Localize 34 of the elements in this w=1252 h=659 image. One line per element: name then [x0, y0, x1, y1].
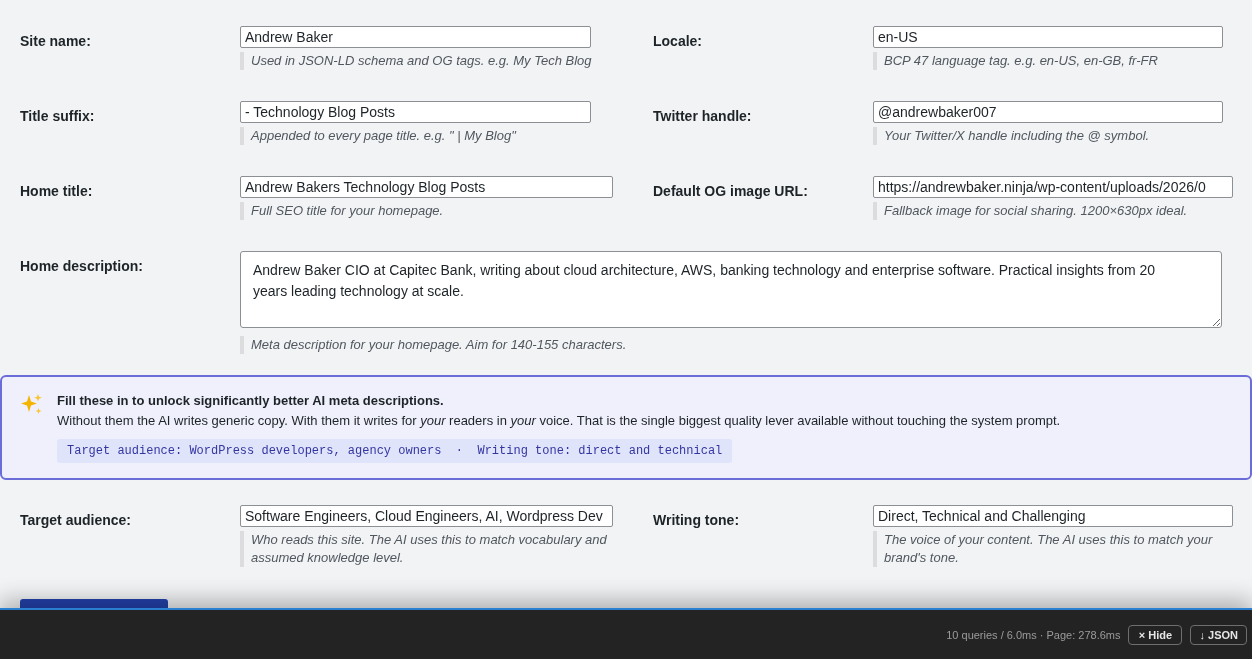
help-text: The voice of your content. The AI uses this to match your brand's tone.: [873, 531, 1233, 567]
help-text: BCP 47 language tag. e.g. en-US, en-GB, fr-FR: [873, 52, 1158, 70]
help-text: Full SEO title for your homepage.: [240, 202, 444, 220]
field-label: Default OG image URL:: [653, 182, 809, 200]
text-input[interactable]: Andrew Bakers Technology Blog Posts: [240, 176, 613, 198]
sparkles-icon: [20, 393, 43, 416]
query-stats: 10 queries / 6.0ms · Page: 278.6ms: [946, 628, 1121, 641]
text-input[interactable]: en-US: [873, 26, 1223, 48]
help-text: Meta description for your homepage. Aim for 140-155 characters.: [240, 336, 627, 354]
example-code: Target audience: WordPress developers, agency owners · Writing tone: direct and technical: [57, 439, 733, 463]
help-text: Your Twitter/X handle including the @ symbol.: [873, 127, 1150, 145]
field-label: Home title:: [20, 182, 94, 200]
tip-title: Fill these in to unlock significantly better AI meta descriptions.: [57, 392, 444, 410]
field-label: Locale:: [653, 32, 703, 50]
hide-button[interactable]: × Hide: [1128, 624, 1183, 645]
help-text: Used in JSON-LD schema and OG tags. e.g. My Tech Blog: [240, 52, 592, 70]
field-label: Site name:: [20, 32, 92, 50]
field-label: Writing tone:: [653, 511, 741, 529]
json-button[interactable]: ↓ JSON: [1190, 624, 1247, 645]
tip-text: Without them the AI writes generic copy. With them it writes for your readers in your voice. That is the single biggest quality lever available without touching the system prompt.: [57, 412, 1061, 430]
help-text: Fallback image for social sharing. 1200×630px ideal.: [873, 202, 1188, 220]
help-text: Appended to every page title. e.g. " | My Blog": [240, 127, 516, 145]
text-input[interactable]: Software Engineers, Cloud Engineers, AI, Wordpress Dev: [240, 505, 613, 527]
text-input[interactable]: @andrewbaker007: [873, 101, 1223, 123]
text-input[interactable]: Direct, Technical and Challenging: [873, 505, 1233, 527]
field-label: Target audience:: [20, 511, 132, 529]
field-label: Title suffix:: [20, 107, 96, 125]
text-input[interactable]: https://andrewbaker.ninja/wp-content/uploads/2026/0: [873, 176, 1233, 198]
field-label: Home description:: [20, 257, 144, 275]
textarea-field[interactable]: Andrew Baker CIO at Capitec Bank, writing about cloud architecture, AWS, banking technology and enterprise software. Practical insights from 20 years leading technology at scale.: [240, 251, 1222, 328]
field-label: Twitter handle:: [653, 107, 753, 125]
text-input[interactable]: - Technology Blog Posts: [240, 101, 591, 123]
help-text: Who reads this site. The AI uses this to match vocabulary and assumed knowledge level.: [240, 531, 613, 567]
text-input[interactable]: Andrew Baker: [240, 26, 591, 48]
